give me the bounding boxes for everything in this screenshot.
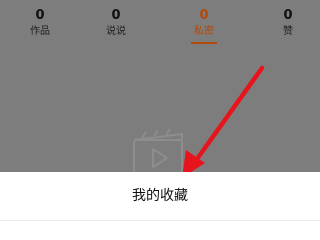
stat-likes[interactable]: 0 赞 [256,0,320,44]
works-count: 0 [35,8,45,23]
active-tab-indicator [191,42,217,44]
stat-works[interactable]: 0 作品 [0,0,80,44]
stat-private[interactable]: 0 私密 [152,0,256,44]
works-label: 作品 [30,26,50,37]
stat-posts[interactable]: 0 说说 [80,0,152,44]
posts-label: 说说 [106,26,126,37]
profile-stats-bar: 0 作品 0 说说 0 私密 0 赞 [0,0,320,44]
sheet-next-option-partial [118,234,202,240]
likes-label: 赞 [283,26,293,37]
private-count: 0 [199,8,209,23]
private-label: 私密 [194,26,214,37]
posts-count: 0 [111,8,121,23]
my-favorites-option[interactable]: 我的收藏 [0,172,320,220]
likes-count: 0 [283,8,293,23]
action-sheet: 我的收藏 [0,172,320,240]
screen: 0 作品 0 说说 0 私密 0 赞 我的收藏 [0,0,320,240]
sheet-divider [0,220,320,221]
